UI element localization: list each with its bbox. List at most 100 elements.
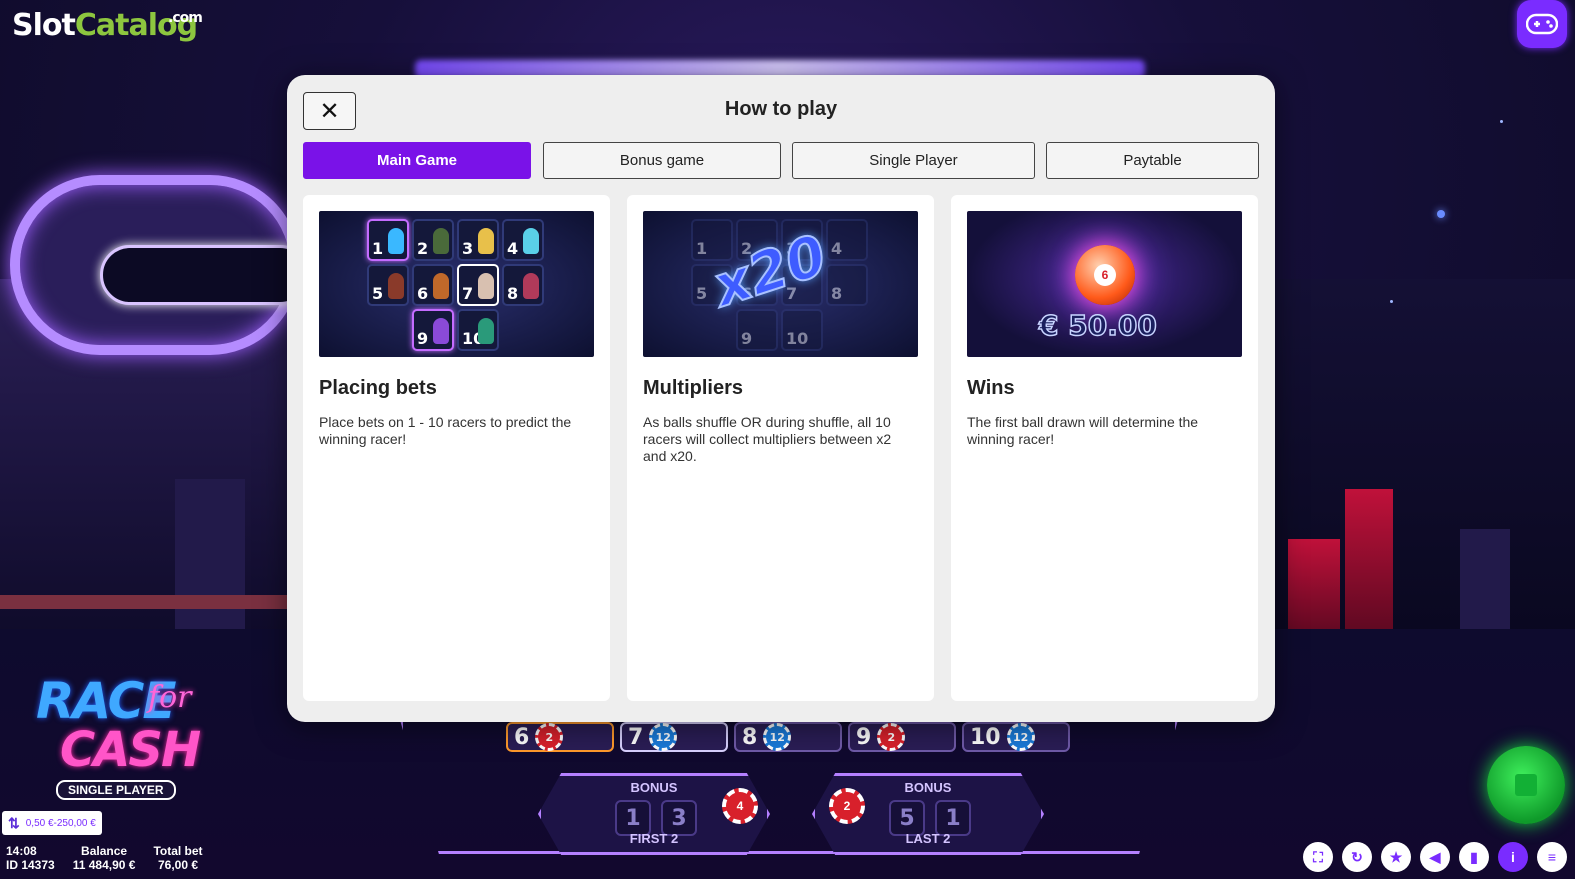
autoplay-icon[interactable]: ↻ — [1342, 842, 1372, 872]
sound-icon[interactable]: ◀ — [1420, 842, 1450, 872]
card-text: The first ball drawn will determine the … — [967, 414, 1199, 447]
racer-number: 9 — [417, 329, 429, 348]
racer-tile: 4 — [826, 219, 868, 261]
placing-bets-image: 1 2 3 4 5 6 7 8 9 10 — [319, 211, 594, 357]
racer-number: 1 — [372, 239, 384, 258]
winning-ball: 6 — [1075, 245, 1135, 305]
clock-time: 14:08 — [6, 844, 37, 858]
gamepad-button[interactable] — [1517, 0, 1567, 48]
racer-number: 9 — [856, 724, 872, 750]
tab-main-game[interactable]: Main Game — [303, 142, 531, 179]
racer-number: 1 — [696, 239, 708, 258]
racer-number: 4 — [507, 239, 519, 258]
logo-for-text: for — [148, 680, 192, 715]
logo-mode-badge: SINGLE PLAYER — [56, 780, 176, 800]
racer-number: 6 — [514, 724, 530, 750]
session-info: 14:08 ID 14373 — [6, 844, 55, 872]
racer-tile: 3 — [457, 219, 499, 261]
racer-tile: 1 — [367, 219, 409, 261]
racer-bet-6[interactable]: 6 2 — [506, 722, 614, 752]
racer-tile: 2 — [412, 219, 454, 261]
wins-image: 6 € 50.00 — [967, 211, 1242, 357]
tab-bar: Main Game Bonus game Single Player Payta… — [303, 142, 1259, 179]
racer-bet-7[interactable]: 7 12 — [620, 722, 728, 752]
racer-avatar — [478, 318, 494, 344]
racer-avatar — [433, 273, 449, 299]
racer-grid: 1 2 3 4 5 6 7 8 9 10 — [367, 219, 544, 351]
racer-avatar — [388, 228, 404, 254]
racer-number: 6 — [417, 284, 429, 303]
racer-number: 9 — [741, 329, 753, 348]
racer-tile: 10 — [457, 309, 499, 351]
toolbar: ⛶ ↻ ★ ◀ ▮ i ≡ — [1303, 842, 1567, 872]
tab-single-player[interactable]: Single Player — [792, 142, 1035, 179]
bet-chip: 2 — [877, 723, 906, 751]
racer-avatar — [478, 273, 494, 299]
racer-tile: 4 — [502, 219, 544, 261]
building — [1288, 539, 1340, 639]
card-text: As balls shuffle OR during shuffle, all … — [643, 414, 892, 464]
stats-icon[interactable]: ▮ — [1459, 842, 1489, 872]
multipliers-image: 1 2 3 4 5 6 7 8 9 10 x20 — [643, 211, 918, 357]
bet-chip: 2 — [535, 723, 564, 751]
favorite-icon[interactable]: ★ — [1381, 842, 1411, 872]
racer-bet-8[interactable]: 8 12 — [734, 722, 842, 752]
racer-number: 5 — [696, 284, 708, 303]
bonus-first-2[interactable]: BONUS 1 3 4 FIRST 2 — [538, 773, 770, 855]
bet-chip: 12 — [763, 723, 792, 751]
slotcatalog-logo: SlotCatalog .com — [12, 8, 203, 43]
tab-bonus-game[interactable]: Bonus game — [543, 142, 781, 179]
racer-tile: 8 — [502, 264, 544, 306]
racer-avatar — [523, 228, 539, 254]
modal-title: How to play — [724, 98, 838, 120]
race-track — [10, 175, 310, 355]
total-bet-info: Total bet 76,00 € — [153, 844, 202, 872]
card-title: Placing bets — [319, 377, 437, 399]
racer-number: 10 — [970, 724, 1001, 750]
logo-slot-text: Slot — [12, 8, 76, 43]
card-wins: 6 € 50.00 Wins The first ball drawn will… — [951, 195, 1258, 701]
racer-number: 8 — [742, 724, 758, 750]
card-text: Place bets on 1 - 10 racers to predict t… — [319, 414, 572, 447]
race-track-center — [100, 245, 310, 305]
bridge — [0, 595, 300, 609]
racer-bet-9[interactable]: 9 2 — [848, 722, 956, 752]
racer-number: 5 — [372, 284, 384, 303]
balance-label: Balance — [81, 844, 128, 858]
info-icon[interactable]: i — [1498, 842, 1528, 872]
racer-number: 8 — [831, 284, 843, 303]
racer-bet-10[interactable]: 10 12 — [962, 722, 1070, 752]
card-placing-bets: 1 2 3 4 5 6 7 8 9 10 Placing bets Place … — [303, 195, 610, 701]
balance-value: 11 484,90 € — [72, 858, 136, 872]
racer-tile: 5 — [367, 264, 409, 306]
logo-com-text: .com — [168, 10, 203, 26]
card-title: Wins — [967, 377, 1015, 399]
racer-tile: 9 — [412, 309, 454, 351]
racer-number: 3 — [462, 239, 474, 258]
total-bet-label: Total bet — [153, 844, 203, 858]
card-title: Multipliers — [643, 377, 744, 399]
bet-range-button[interactable]: ⇅ 0,50 €-250,00 € — [2, 811, 102, 835]
racer-avatar — [478, 228, 494, 254]
racer-number: 4 — [831, 239, 843, 258]
tab-paytable[interactable]: Paytable — [1046, 142, 1259, 179]
racer-strip: 6 2 7 12 8 12 9 2 10 12 — [506, 722, 1070, 752]
help-cards: 1 2 3 4 5 6 7 8 9 10 Placing bets Place … — [303, 195, 1259, 701]
logo-cash-text: CASH — [60, 722, 201, 778]
menu-icon[interactable]: ≡ — [1537, 842, 1567, 872]
building — [175, 479, 245, 639]
bet-chip: 12 — [1006, 723, 1035, 751]
bonus-last-2[interactable]: BONUS 2 5 1 LAST 2 — [812, 773, 1044, 855]
racer-tile: 7 — [457, 264, 499, 306]
fullscreen-icon[interactable]: ⛶ — [1303, 842, 1333, 872]
session-id: ID 14373 — [6, 858, 55, 872]
win-amount: € 50.00 — [1038, 308, 1157, 343]
star — [1500, 120, 1503, 123]
racer-avatar — [523, 273, 539, 299]
racer-avatar — [433, 318, 449, 344]
card-multipliers: 1 2 3 4 5 6 7 8 9 10 x20 Multipliers As … — [627, 195, 934, 701]
play-button[interactable] — [1487, 746, 1565, 824]
racer-number: 10 — [786, 329, 809, 348]
racer-avatar — [433, 228, 449, 254]
close-button[interactable]: ✕ — [303, 92, 356, 130]
